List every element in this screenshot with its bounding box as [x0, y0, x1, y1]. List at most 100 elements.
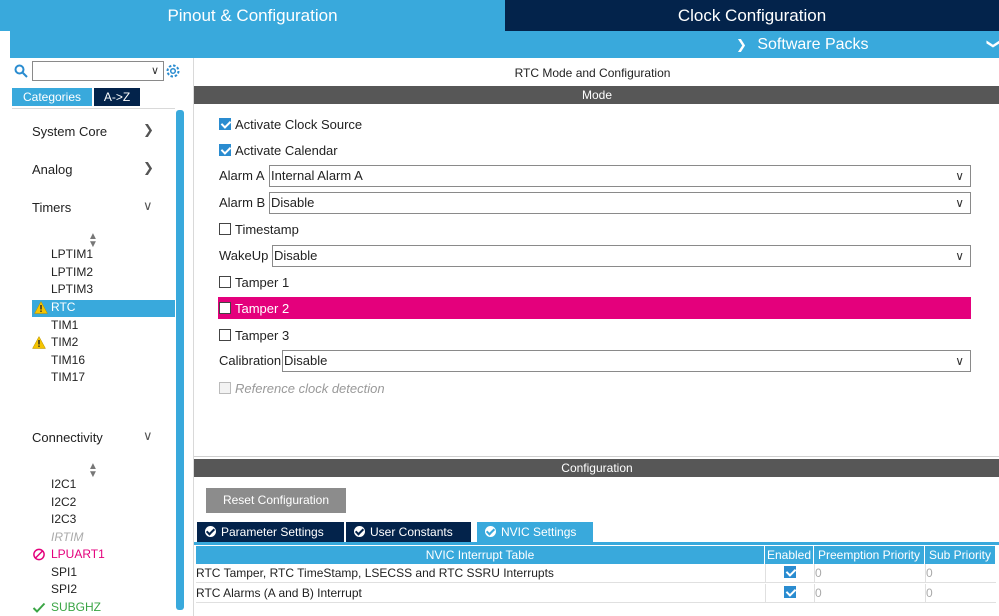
cell-divider	[765, 584, 766, 603]
tab-a-to-z[interactable]: A->Z	[94, 88, 140, 106]
alarm-b-label: Alarm B	[219, 195, 266, 210]
table-row[interactable]: RTC Tamper, RTC TimeStamp, LSECSS and RT…	[196, 564, 996, 583]
mode-section-header: Mode	[194, 86, 999, 104]
error-icon	[33, 548, 45, 561]
list-item-lptim3[interactable]: LPTIM3	[51, 282, 93, 296]
alarm-a-select[interactable]: Internal Alarm A ∨	[269, 165, 971, 187]
category-analog[interactable]: Analog ❯	[32, 160, 154, 177]
list-item-irtim[interactable]: IRTIM	[51, 530, 83, 544]
scrollbar-thumb[interactable]	[176, 110, 184, 610]
list-item-lptim2[interactable]: LPTIM2	[51, 265, 93, 279]
gear-icon[interactable]	[164, 62, 182, 80]
alarm-a-label: Alarm A	[219, 168, 265, 183]
tab-nvic-settings[interactable]: NVIC Settings	[477, 522, 593, 542]
chevron-down-icon[interactable]: ∨	[151, 64, 159, 77]
secondary-toolbar: ❯ Software Packs ❯	[10, 31, 999, 58]
list-item-i2c2[interactable]: I2C2	[51, 495, 76, 509]
checkbox-icon[interactable]	[219, 223, 231, 235]
chevron-down-icon: ∨	[143, 198, 153, 213]
activate-calendar-checkbox[interactable]: Activate Calendar	[219, 143, 338, 158]
check-circle-icon	[485, 526, 496, 537]
tab-pinout-configuration[interactable]: Pinout & Configuration	[0, 0, 505, 31]
scrollbar[interactable]	[175, 108, 187, 616]
selected-row-highlight	[218, 297, 971, 319]
cell-divider	[765, 564, 766, 583]
tab-clock-configuration[interactable]: Clock Configuration	[505, 0, 999, 31]
preemption-priority-value[interactable]: 0	[815, 586, 822, 600]
tab-categories[interactable]: Categories	[12, 88, 92, 106]
enabled-checkbox[interactable]	[784, 566, 800, 580]
wakeup-select[interactable]: Disable ∨	[272, 245, 971, 267]
list-item-spi2[interactable]: SPI2	[51, 582, 77, 596]
warning-icon	[32, 336, 46, 349]
column-header-enabled: Enabled	[765, 546, 814, 564]
configuration-section-header: Configuration	[194, 459, 999, 477]
list-item-tim2[interactable]: TIM2	[32, 335, 78, 349]
tamper1-checkbox[interactable]: Tamper 1	[219, 275, 289, 290]
checkbox-icon[interactable]	[219, 302, 231, 314]
reference-clock-detection-checkbox: Reference clock detection	[219, 381, 385, 396]
category-timers[interactable]: Timers ∨	[32, 198, 153, 215]
list-item-i2c1[interactable]: I2C1	[51, 477, 76, 491]
calibration-label: Calibration	[219, 353, 282, 368]
chevron-down-icon: ∨	[955, 354, 964, 368]
check-icon	[32, 602, 46, 613]
chevron-right-icon: ❯	[143, 160, 154, 175]
sub-priority-value[interactable]: 0	[926, 586, 933, 600]
checkbox-disabled-icon	[219, 382, 231, 394]
main-panel: RTC Mode and Configuration Mode Activate…	[193, 58, 999, 616]
tamper2-checkbox[interactable]: Tamper 2	[219, 301, 289, 316]
chevron-down-icon: ∨	[955, 196, 964, 210]
list-item-lpuart1[interactable]: LPUART1	[33, 547, 105, 561]
list-item-spi1[interactable]: SPI1	[51, 565, 77, 579]
divider[interactable]	[194, 456, 999, 457]
chevron-down-icon: ∨	[955, 169, 964, 183]
chevron-down-icon: ∨	[955, 249, 964, 263]
tab-parameter-settings[interactable]: Parameter Settings	[197, 522, 344, 542]
calibration-row: Calibration Disable ∨	[219, 350, 971, 372]
category-connectivity[interactable]: Connectivity ∨	[32, 428, 153, 445]
checkbox-checked-icon[interactable]	[219, 118, 231, 130]
list-item-tim1[interactable]: TIM1	[51, 318, 78, 332]
list-item-rtc[interactable]: RTC	[32, 300, 176, 317]
column-header-sub-priority: Sub Priority	[925, 546, 996, 564]
search-input[interactable]: ∨	[32, 61, 164, 81]
category-system-core[interactable]: System Core ❯	[32, 122, 154, 139]
checkbox-checked-icon[interactable]	[784, 586, 796, 598]
checkbox-checked-icon[interactable]	[219, 144, 231, 156]
checkbox-checked-icon[interactable]	[784, 566, 796, 578]
chevron-down-icon: ❯	[736, 37, 747, 52]
calibration-select[interactable]: Disable ∨	[282, 350, 971, 372]
list-item-tim17[interactable]: TIM17	[51, 370, 85, 384]
check-circle-icon	[354, 526, 365, 537]
table-row[interactable]: RTC Alarms (A and B) Interrupt 0 0	[196, 584, 996, 603]
checkbox-icon[interactable]	[219, 276, 231, 288]
page-title: RTC Mode and Configuration	[514, 66, 671, 80]
left-panel: ∨ Categories A->Z System Core ❯ Analog ❯…	[10, 58, 189, 616]
column-header-preemption-priority: Preemption Priority	[814, 546, 925, 564]
tamper3-checkbox[interactable]: Tamper 3	[219, 328, 289, 343]
alarm-b-select[interactable]: Disable ∨	[269, 192, 971, 214]
wakeup-row: WakeUp Disable ∨	[219, 245, 971, 267]
sub-priority-value[interactable]: 0	[926, 566, 933, 580]
interrupt-name: RTC Alarms (A and B) Interrupt	[196, 586, 362, 600]
column-header-nvic-table: NVIC Interrupt Table	[196, 546, 765, 564]
activate-clock-source-checkbox[interactable]: Activate Clock Source	[219, 117, 362, 132]
software-packs-menu[interactable]: ❯ Software Packs	[736, 31, 869, 58]
alarm-a-row: Alarm A Internal Alarm A ∨	[219, 165, 971, 187]
enabled-checkbox[interactable]	[784, 586, 800, 600]
list-item-tim16[interactable]: TIM16	[51, 353, 85, 367]
reset-configuration-button[interactable]: Reset Configuration	[206, 488, 346, 513]
check-circle-icon	[205, 526, 216, 537]
chevron-down-icon[interactable]: ❯	[986, 39, 999, 50]
sort-icon[interactable]: ▲ ▼	[88, 462, 98, 480]
search-icon	[14, 64, 28, 78]
tab-underline	[194, 542, 999, 545]
preemption-priority-value[interactable]: 0	[815, 566, 822, 580]
timestamp-checkbox[interactable]: Timestamp	[219, 222, 299, 237]
checkbox-icon[interactable]	[219, 329, 231, 341]
list-item-lptim1[interactable]: LPTIM1	[51, 247, 93, 261]
tab-user-constants[interactable]: User Constants	[346, 522, 471, 542]
list-item-subghz[interactable]: SUBGHZ	[32, 600, 101, 614]
list-item-i2c3[interactable]: I2C3	[51, 512, 76, 526]
